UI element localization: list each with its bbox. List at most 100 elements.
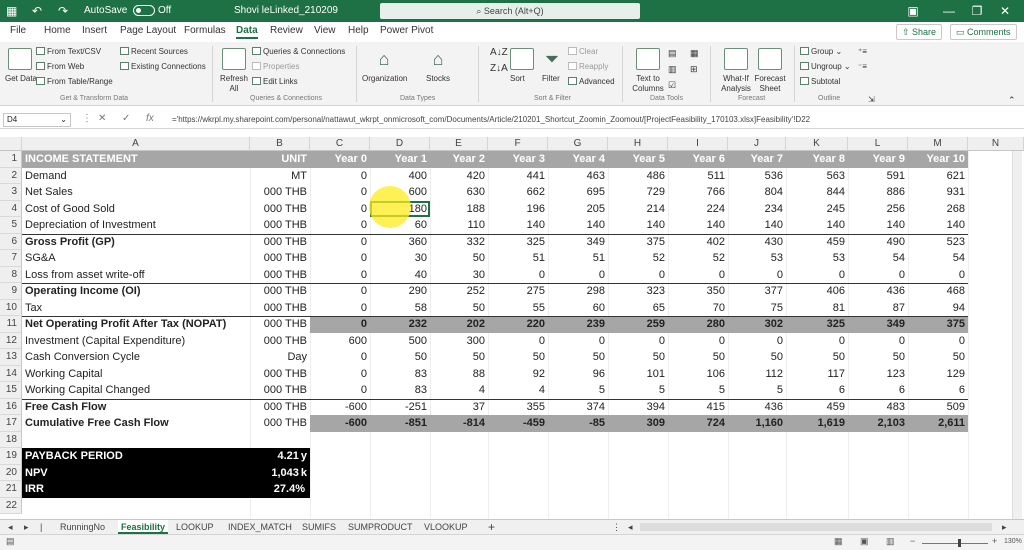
summary-label[interactable]: NPV <box>22 465 250 482</box>
value-cell[interactable]: 106 <box>668 366 728 383</box>
value-cell[interactable]: 0 <box>786 333 848 350</box>
value-cell[interactable]: 6 <box>786 382 848 399</box>
show-detail-icon[interactable]: ⁺≡ <box>858 47 867 57</box>
value-cell[interactable]: 202 <box>430 316 488 333</box>
scroll-right-icon[interactable]: ▸ <box>1002 520 1007 534</box>
value-cell[interactable]: 0 <box>908 267 968 284</box>
from-table-range-button[interactable]: From Table/Range <box>36 77 113 87</box>
sheet-tab-feasibility[interactable]: Feasibility <box>118 520 169 534</box>
unit-cell[interactable]: 000 THB <box>250 399 310 416</box>
value-cell[interactable]: 0 <box>310 234 370 251</box>
sheet-tab-index-match[interactable]: INDEX_MATCH <box>228 520 292 534</box>
value-cell[interactable]: 350 <box>668 283 728 300</box>
value-cell[interactable]: 0 <box>310 300 370 317</box>
value-cell[interactable]: 50 <box>908 349 968 366</box>
row-header[interactable]: 19 <box>0 448 22 465</box>
add-sheet-button[interactable]: + <box>488 520 495 534</box>
row-header[interactable]: 7 <box>0 250 22 267</box>
sheet-tab-sumproduct[interactable]: SUMPRODUCT <box>348 520 413 534</box>
value-cell[interactable]: 1,619 <box>786 415 848 432</box>
what-if-analysis-button[interactable]: What-If Analysis <box>716 74 756 94</box>
value-cell[interactable]: 245 <box>786 201 848 218</box>
consolidate-icon[interactable]: ▦ <box>690 48 699 58</box>
undo-icon[interactable]: ↶ <box>32 0 42 22</box>
row-label[interactable]: Working Capital <box>22 366 250 383</box>
get-data-button[interactable]: Get Data <box>4 74 38 84</box>
tab-view[interactable]: View <box>314 25 336 36</box>
value-cell[interactable]: 0 <box>310 267 370 284</box>
zoom-out-icon[interactable]: − <box>910 536 915 546</box>
unit-cell[interactable]: 000 THB <box>250 316 310 333</box>
unit-cell[interactable]: 000 THB <box>250 382 310 399</box>
value-cell[interactable]: 5 <box>728 382 786 399</box>
unit-cell[interactable]: 000 THB <box>250 283 310 300</box>
year-header[interactable]: Year 6 <box>668 151 728 168</box>
value-cell[interactable]: 402 <box>668 234 728 251</box>
value-cell[interactable]: 420 <box>430 168 488 185</box>
what-if-analysis-icon[interactable] <box>724 48 748 70</box>
row-header[interactable]: 21 <box>0 481 22 498</box>
reapply-button[interactable]: Reapply <box>568 62 608 72</box>
value-cell[interactable]: 50 <box>548 349 608 366</box>
value-cell[interactable]: 60 <box>548 300 608 317</box>
value-cell[interactable]: 117 <box>786 366 848 383</box>
value-cell[interactable]: 490 <box>848 234 908 251</box>
row-label[interactable]: Cash Conversion Cycle <box>22 349 250 366</box>
formula-input[interactable]: ='https://wkrpl.my.sharepoint.com/person… <box>172 113 1012 127</box>
value-cell[interactable]: 112 <box>728 366 786 383</box>
value-cell[interactable]: 83 <box>370 382 430 399</box>
spreadsheet-grid[interactable]: A B C D E F G H I J K L M N 1 2 3 4 5 6 7 8 9 10 11 12 13 14 15 16 17 1… <box>0 137 1024 519</box>
value-cell[interactable]: 0 <box>488 267 548 284</box>
value-cell[interactable]: 54 <box>848 250 908 267</box>
value-cell[interactable]: 205 <box>548 201 608 218</box>
value-cell[interactable]: 804 <box>728 184 786 201</box>
tab-home[interactable]: Home <box>44 25 71 36</box>
value-cell[interactable]: 323 <box>608 283 668 300</box>
value-cell[interactable]: 332 <box>430 234 488 251</box>
edit-links-button[interactable]: Edit Links <box>252 77 298 87</box>
row-label[interactable]: Tax <box>22 300 250 317</box>
column-header-n[interactable]: N <box>968 137 1024 151</box>
value-cell[interactable]: 486 <box>608 168 668 185</box>
value-cell[interactable]: 621 <box>908 168 968 185</box>
value-cell[interactable]: 2,103 <box>848 415 908 432</box>
group-button[interactable]: Group ⌄ <box>800 47 842 57</box>
value-cell[interactable]: 523 <box>908 234 968 251</box>
column-header-g[interactable]: G <box>548 137 608 151</box>
value-cell[interactable]: 140 <box>786 217 848 234</box>
value-cell[interactable]: 75 <box>728 300 786 317</box>
value-cell[interactable]: 729 <box>608 184 668 201</box>
year-header[interactable]: Year 5 <box>608 151 668 168</box>
value-cell[interactable]: 58 <box>370 300 430 317</box>
value-cell[interactable]: 374 <box>548 399 608 416</box>
value-cell[interactable]: 483 <box>848 399 908 416</box>
value-cell[interactable]: -600 <box>310 415 370 432</box>
tab-insert[interactable]: Insert <box>82 25 107 36</box>
value-cell[interactable]: 0 <box>310 382 370 399</box>
column-header-m[interactable]: M <box>908 137 968 151</box>
value-cell[interactable]: 0 <box>848 267 908 284</box>
hide-detail-icon[interactable]: ⁻≡ <box>858 62 867 72</box>
year-header[interactable]: Year 7 <box>728 151 786 168</box>
row-label[interactable]: Loss from asset write-off <box>22 267 250 284</box>
value-cell[interactable]: 436 <box>728 399 786 416</box>
row-header[interactable]: 2 <box>0 167 22 184</box>
value-cell[interactable]: 459 <box>786 399 848 416</box>
year-header[interactable]: Year 1 <box>370 151 430 168</box>
row-header[interactable]: 4 <box>0 200 22 217</box>
value-cell[interactable]: 0 <box>668 333 728 350</box>
row-label[interactable]: Working Capital Changed <box>22 382 250 399</box>
value-cell[interactable]: 0 <box>310 217 370 234</box>
value-cell[interactable]: 50 <box>370 349 430 366</box>
value-cell[interactable]: 52 <box>608 250 668 267</box>
year-header[interactable]: Year 0 <box>310 151 370 168</box>
value-cell[interactable]: 50 <box>786 349 848 366</box>
autosave-toggle[interactable]: AutoSave Off <box>84 0 171 22</box>
value-cell[interactable]: -600 <box>310 399 370 416</box>
zoom-slider[interactable] <box>922 543 988 544</box>
row-header[interactable]: 1 <box>0 151 22 168</box>
value-cell[interactable]: 252 <box>430 283 488 300</box>
value-cell[interactable]: 6 <box>908 382 968 399</box>
value-cell[interactable]: 0 <box>728 333 786 350</box>
row-header[interactable]: 12 <box>0 332 22 349</box>
